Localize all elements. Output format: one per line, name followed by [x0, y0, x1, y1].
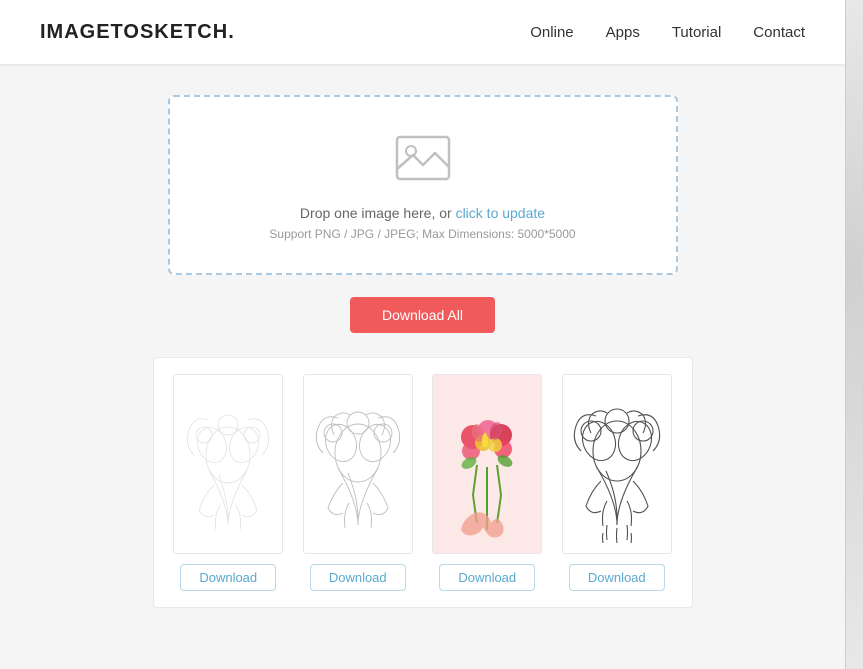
- scrollbar[interactable]: [845, 0, 863, 669]
- nav-contact[interactable]: Contact: [753, 24, 805, 41]
- nav-tutorial[interactable]: Tutorial: [672, 24, 721, 41]
- image-placeholder-icon: [393, 129, 453, 189]
- sketch-image-1: [174, 375, 282, 553]
- download-button-4[interactable]: Download: [569, 564, 665, 591]
- gallery-item-4: Download: [558, 374, 676, 591]
- download-all-button[interactable]: Download All: [350, 297, 495, 333]
- image-dropzone[interactable]: Drop one image here, or click to update …: [168, 95, 678, 275]
- thumbnail-4: [562, 374, 672, 554]
- gallery-item-3: Download: [429, 374, 547, 591]
- download-button-2[interactable]: Download: [310, 564, 406, 591]
- main-content: Drop one image here, or click to update …: [0, 65, 845, 628]
- dropzone-text: Drop one image here, or click to update: [300, 205, 545, 221]
- thumbnail-3: [432, 374, 542, 554]
- site-logo: IMAGETOSKETCH.: [40, 21, 235, 44]
- sketch-gallery: Download: [153, 357, 693, 608]
- gallery-item-1: Download: [170, 374, 288, 591]
- nav-online[interactable]: Online: [530, 24, 573, 41]
- sketch-image-4: [563, 375, 671, 553]
- dropzone-click-link[interactable]: click to update: [456, 205, 546, 221]
- thumbnail-2: [303, 374, 413, 554]
- sketch-image-3: [433, 375, 541, 553]
- thumbnail-1: [173, 374, 283, 554]
- gallery-item-2: Download: [299, 374, 417, 591]
- main-nav: Online Apps Tutorial Contact: [530, 24, 805, 41]
- nav-apps[interactable]: Apps: [606, 24, 640, 41]
- site-header: IMAGETOSKETCH. Online Apps Tutorial Cont…: [0, 0, 845, 65]
- download-button-3[interactable]: Download: [439, 564, 535, 591]
- dropzone-subtext: Support PNG / JPG / JPEG; Max Dimensions…: [269, 227, 575, 241]
- download-button-1[interactable]: Download: [180, 564, 276, 591]
- sketch-image-2: [304, 375, 412, 553]
